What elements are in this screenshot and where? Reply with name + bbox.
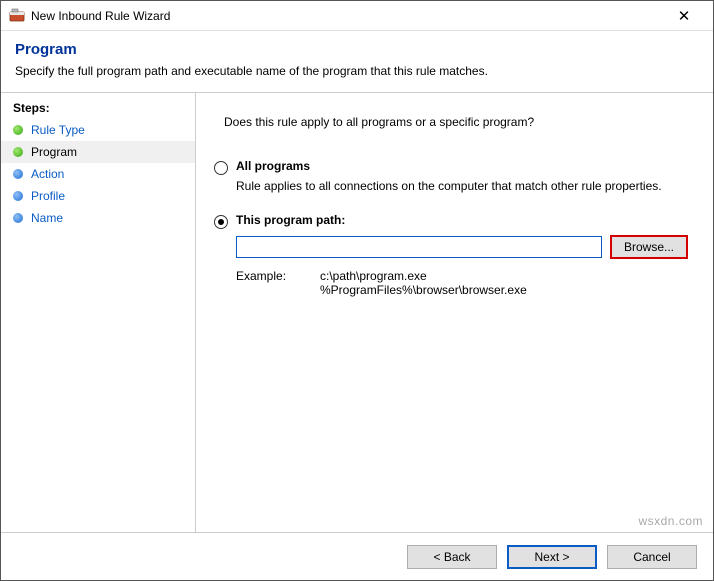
option-path-label: This program path:: [236, 213, 345, 227]
next-button[interactable]: Next >: [507, 545, 597, 569]
example-text: c:\path\program.exe %ProgramFiles%\brows…: [320, 269, 527, 297]
bullet-icon: [13, 169, 23, 179]
close-button[interactable]: ✕: [663, 2, 705, 30]
footer-buttons: < Back Next > Cancel: [1, 532, 713, 580]
titlebar: New Inbound Rule Wizard ✕: [1, 1, 713, 31]
step-label: Program: [31, 145, 77, 159]
window-title: New Inbound Rule Wizard: [31, 9, 663, 23]
bullet-icon: [13, 125, 23, 135]
body: Steps: Rule Type Program Action Profile …: [1, 93, 713, 532]
app-icon: [9, 8, 25, 24]
page-title: Program: [15, 41, 699, 58]
browse-button[interactable]: Browse...: [610, 235, 688, 259]
step-label: Rule Type: [31, 123, 85, 137]
bullet-icon: [13, 191, 23, 201]
steps-sidebar: Steps: Rule Type Program Action Profile …: [1, 93, 196, 532]
cancel-button[interactable]: Cancel: [607, 545, 697, 569]
watermark: wsxdn.com: [638, 514, 703, 528]
step-action[interactable]: Action: [1, 163, 195, 185]
example-label: Example:: [236, 269, 320, 297]
program-path-input[interactable]: [236, 236, 602, 258]
page-header: Program Specify the full program path an…: [1, 31, 713, 93]
step-label: Name: [31, 211, 63, 225]
step-label: Profile: [31, 189, 65, 203]
radio-all-programs[interactable]: [214, 161, 228, 175]
page-subtitle: Specify the full program path and execut…: [15, 64, 699, 78]
bullet-icon: [13, 147, 23, 157]
radio-program-path[interactable]: [214, 215, 228, 229]
steps-label: Steps:: [1, 101, 195, 119]
option-program-path[interactable]: This program path:: [214, 213, 689, 229]
step-profile[interactable]: Profile: [1, 185, 195, 207]
option-all-desc: Rule applies to all connections on the c…: [236, 179, 689, 193]
question-text: Does this rule apply to all programs or …: [224, 115, 689, 129]
step-label: Action: [31, 167, 64, 181]
step-program[interactable]: Program: [1, 141, 195, 163]
content-pane: Does this rule apply to all programs or …: [196, 93, 713, 532]
wizard-window: New Inbound Rule Wizard ✕ Program Specif…: [0, 0, 714, 581]
option-all-label: All programs: [236, 159, 310, 173]
bullet-icon: [13, 213, 23, 223]
step-name[interactable]: Name: [1, 207, 195, 229]
option-all-programs[interactable]: All programs: [214, 159, 689, 175]
step-rule-type[interactable]: Rule Type: [1, 119, 195, 141]
back-button[interactable]: < Back: [407, 545, 497, 569]
